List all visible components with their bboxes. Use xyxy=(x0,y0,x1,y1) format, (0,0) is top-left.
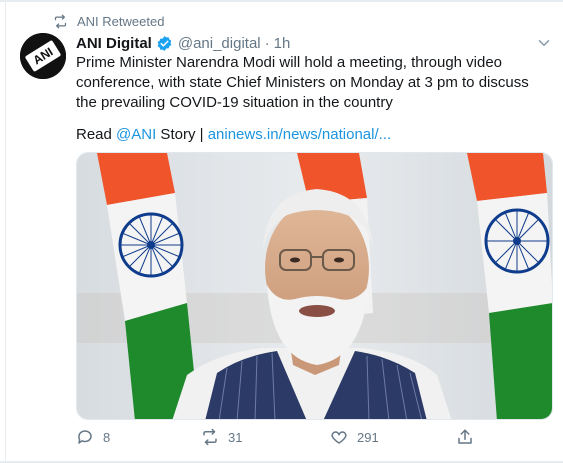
retweet-button[interactable]: 31 xyxy=(201,428,242,446)
like-button[interactable]: 291 xyxy=(330,428,379,446)
retweet-context-label: ANI Retweeted xyxy=(77,13,165,29)
avatar[interactable]: ANI xyxy=(20,33,66,79)
share-icon xyxy=(458,429,472,444)
reply-button[interactable]: 8 xyxy=(76,428,110,446)
timeline-top-border xyxy=(0,0,563,2)
like-count: 291 xyxy=(357,429,379,445)
tweet-text: Prime Minister Narendra Modi will hold a… xyxy=(76,54,529,111)
ani-logo: ANI xyxy=(20,33,66,79)
tweet-header: ANI Digital @ani_digital · 1h xyxy=(76,34,290,52)
tweet-actions: 8 31 291 xyxy=(76,428,536,450)
reply-icon xyxy=(78,430,92,444)
chevron-down-icon[interactable] xyxy=(535,34,553,52)
retweet-icon xyxy=(54,14,67,28)
article-link[interactable]: aninews.in/news/national/... xyxy=(208,126,391,143)
retweet-context[interactable]: ANI Retweeted xyxy=(53,12,164,30)
mention-link[interactable]: @ANI xyxy=(116,126,156,143)
tweet-body: Prime Minister Narendra Modi will hold a… xyxy=(76,53,546,113)
tweet-read-line: Read @ANI Story | aninews.in/news/nation… xyxy=(76,125,391,145)
verified-badge-icon xyxy=(157,35,172,51)
read-prefix: Read xyxy=(76,126,117,143)
share-button[interactable] xyxy=(456,428,483,446)
like-icon xyxy=(331,431,347,444)
retweet-count: 31 xyxy=(228,429,243,445)
media-photo xyxy=(77,153,552,419)
story-separator: Story | xyxy=(156,126,208,143)
tweet-media-image[interactable] xyxy=(76,152,553,420)
reply-count: 8 xyxy=(103,429,111,445)
timeline-left-border xyxy=(5,0,6,463)
tweet-timestamp[interactable]: 1h xyxy=(274,35,291,52)
author-name[interactable]: ANI Digital xyxy=(76,35,152,52)
author-handle[interactable]: @ani_digital xyxy=(178,35,261,52)
retweet-icon xyxy=(203,428,217,446)
header-separator: · xyxy=(264,34,270,52)
